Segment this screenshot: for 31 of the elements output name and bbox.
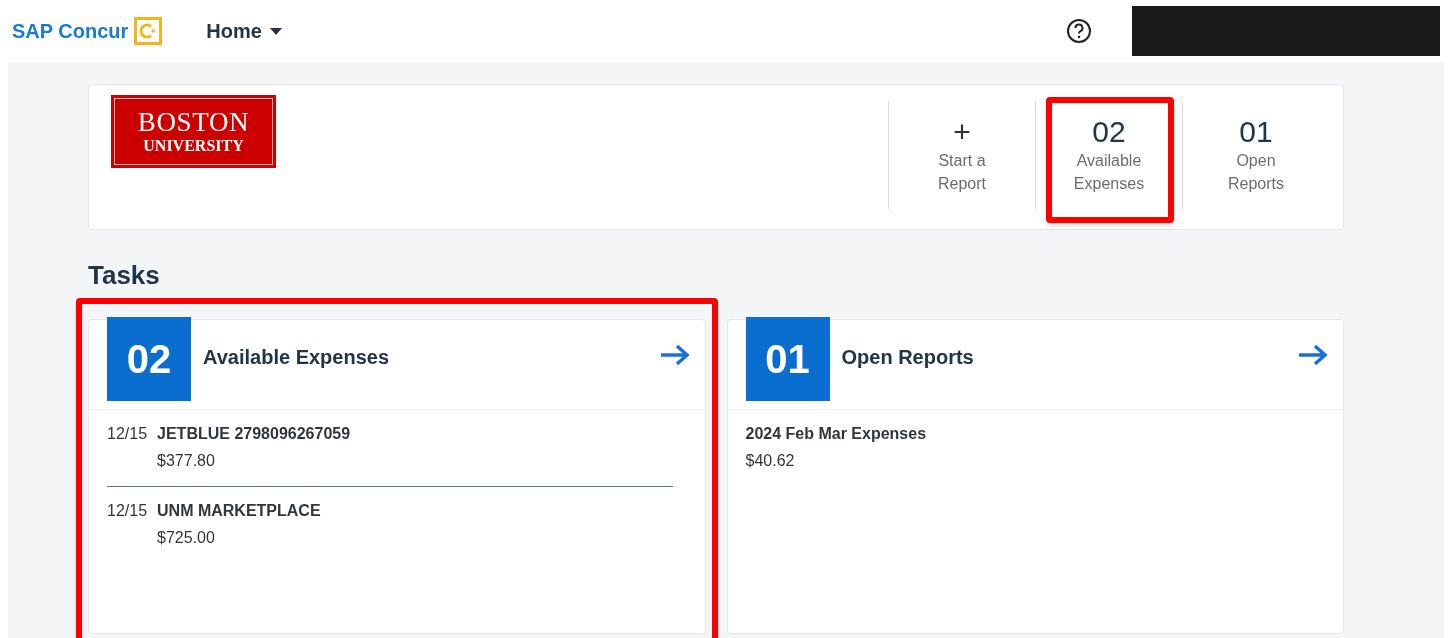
arrow-right-icon[interactable] — [1297, 343, 1329, 367]
quick-action-label: Available Expenses — [1072, 151, 1146, 194]
logo-text: BOSTON — [137, 109, 250, 136]
quick-action-label: Start a Report — [937, 151, 987, 194]
expense-amount: $725.00 — [157, 528, 216, 548]
card-title[interactable]: Open Reports — [841, 342, 974, 372]
expense-amount: $40.62 — [745, 451, 796, 471]
help-icon[interactable] — [1066, 18, 1092, 44]
logo-text: UNIVERSITY — [143, 138, 244, 154]
quick-action-link[interactable]: 01 Open Reports — [1216, 115, 1296, 195]
quick-action-label: Open Reports — [1227, 151, 1285, 194]
brand-name[interactable]: SAP Concur — [12, 16, 129, 46]
count-badge: 01 — [745, 317, 830, 401]
quick-action-link[interactable]: 02 Available Expenses — [1069, 115, 1149, 195]
expense-name[interactable]: 2024 Feb Mar Expenses — [745, 422, 927, 446]
expense-amount: $377.80 — [157, 451, 216, 471]
plus-icon: + — [953, 115, 971, 149]
quick-action-link[interactable]: + Start a Report — [922, 115, 1002, 195]
count: 02 — [1092, 115, 1126, 149]
arrow-right-icon[interactable] — [658, 343, 691, 367]
count: 01 — [1239, 115, 1273, 149]
expense-date: 12/15 — [107, 501, 148, 521]
card-title[interactable]: Available Expenses — [203, 342, 390, 372]
caret-icon — [269, 27, 282, 35]
brand-logo-icon — [134, 17, 163, 45]
expense-date: 12/15 — [107, 424, 148, 444]
section-title: Tasks — [88, 259, 161, 292]
home-menu[interactable]: Home — [206, 16, 282, 46]
expense-name[interactable]: UNM MARKETPLACE — [157, 499, 321, 523]
expense-name[interactable]: JETBLUE 2798096267059 — [157, 422, 351, 446]
count-badge: 02 — [107, 317, 191, 401]
